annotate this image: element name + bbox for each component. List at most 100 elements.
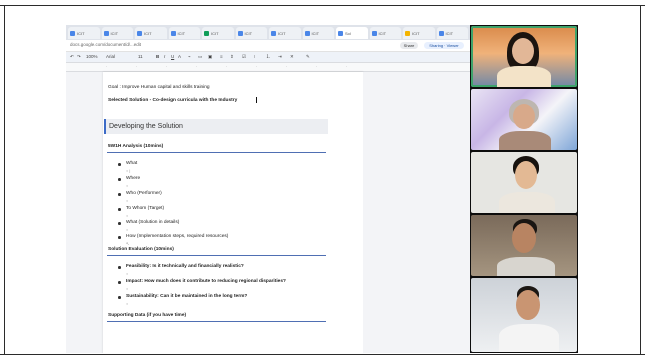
address-bar[interactable]: docs.google.com/document/d/...edit Share… <box>66 40 470 52</box>
browser-tab[interactable]: ICIT <box>269 27 301 39</box>
list-bullet <box>118 296 121 299</box>
empty-sub-item: ○ <box>126 272 129 276</box>
share-button[interactable]: Share <box>400 42 418 49</box>
participant-tile-4[interactable] <box>471 215 577 276</box>
list-item: To Whom (Target) <box>126 206 165 211</box>
participant-face <box>515 161 537 189</box>
browser-tab[interactable]: ICIT <box>101 27 133 39</box>
browser-tab[interactable]: ICIT <box>369 27 401 39</box>
tab-favicon-icon <box>237 30 243 36</box>
empty-sub-item: ○ <box>126 287 129 291</box>
participant-tile-2[interactable] <box>471 89 577 150</box>
list-item: Feasibility: Is it technically and finan… <box>126 264 244 269</box>
evaluation-title: Solution Evaluation (10mins) <box>108 247 174 252</box>
text-color-icon[interactable]: A <box>178 54 181 59</box>
list-bullet <box>118 236 121 239</box>
browser-tab[interactable]: ICIT <box>202 27 234 39</box>
indent-icon[interactable]: ⇥ <box>278 54 282 60</box>
underline-icon[interactable]: U <box>171 54 174 59</box>
browser-tab[interactable]: ICIT <box>168 27 200 39</box>
browser-tab-strip: ICIT ICIT ICIT ICIT ICIT ICIT ICIT ICIT … <box>66 25 470 40</box>
italic-icon[interactable]: I <box>164 54 165 59</box>
collaborator-cursor <box>256 97 257 103</box>
sharing-status-button[interactable]: Sharing · Viewer <box>424 42 464 49</box>
list-item: Impact: How much does it contribute to r… <box>126 279 286 284</box>
browser-tab[interactable]: ICIT <box>235 27 267 39</box>
clear-format-icon[interactable]: ✕ <box>290 54 294 60</box>
participant-face <box>516 290 540 320</box>
browser-tab-active[interactable]: Sol <box>336 27 368 39</box>
list-item: How (Implementation steps, required reso… <box>126 234 229 239</box>
list-bullet <box>118 281 121 284</box>
video-meeting-window: ICIT ICIT ICIT ICIT ICIT ICIT ICIT ICIT … <box>66 25 578 353</box>
list-item: Who (Performer) <box>126 191 162 196</box>
tab-favicon-icon <box>271 30 276 36</box>
link-icon[interactable]: ⌁ <box>188 54 191 60</box>
right-border <box>640 5 641 355</box>
docs-favicon-icon <box>338 30 343 36</box>
left-border <box>4 5 5 355</box>
empty-sub-item: ○ <box>126 199 129 203</box>
browser-tab[interactable]: ICIT <box>135 27 167 39</box>
browser-tab[interactable]: ICIT <box>403 27 435 39</box>
browser-tab[interactable]: ICIT <box>302 27 334 39</box>
participant-tile-1[interactable] <box>471 26 577 87</box>
line-spacing-icon[interactable]: ⇕ <box>230 54 234 60</box>
participant-tile-3[interactable] <box>471 152 577 213</box>
image-icon[interactable]: ▣ <box>208 54 212 60</box>
browser-tab[interactable]: ICIT <box>436 27 468 39</box>
participant-face <box>513 104 535 129</box>
list-bullet <box>118 266 121 269</box>
empty-sub-item: ○ <box>126 214 129 218</box>
list-item: Sustainability: Can it be maintained in … <box>126 294 248 299</box>
tab-favicon-icon <box>70 30 75 36</box>
zoom-select[interactable]: 100% <box>86 54 98 59</box>
tab-favicon-icon <box>405 30 410 36</box>
supporting-divider <box>107 321 326 322</box>
tab-favicon-icon <box>304 30 310 36</box>
checklist-icon[interactable]: ☑ <box>242 54 246 60</box>
ruler[interactable]: · · · · · · · · · <box>66 63 470 72</box>
evaluation-divider <box>107 255 326 256</box>
undo-icon[interactable]: ↶ <box>70 54 74 60</box>
font-select[interactable]: Arial <box>106 54 115 59</box>
empty-sub-item: ○ <box>126 228 129 232</box>
list-bullet <box>118 208 121 211</box>
empty-sub-item: ○ <box>126 302 129 306</box>
comment-icon[interactable]: ▭ <box>198 54 202 60</box>
tab-favicon-icon <box>103 30 109 36</box>
top-divider <box>0 5 645 6</box>
edit-mode-icon[interactable]: ✎ <box>306 54 310 60</box>
list-item: Where <box>126 176 141 181</box>
browser-tab[interactable]: ICIT <box>68 27 100 39</box>
bulleted-list-icon[interactable]: ⁝ <box>254 54 255 60</box>
tab-favicon-icon <box>204 30 209 36</box>
empty-sub-item: ○ <box>126 184 129 188</box>
tab-favicon-icon <box>438 30 444 36</box>
section-heading: Developing the Solution <box>109 123 183 130</box>
list-item: What (Solution in details) <box>126 220 180 225</box>
list-bullet <box>118 163 121 166</box>
redo-icon[interactable]: ↷ <box>77 54 81 60</box>
font-size-input[interactable]: 11 <box>138 54 143 59</box>
list-bullet <box>118 222 121 225</box>
bottom-divider <box>0 354 645 355</box>
tab-favicon-icon <box>170 30 176 36</box>
tab-favicon-icon <box>137 30 142 36</box>
participant-face <box>512 38 534 64</box>
mouse-pointer-icon: ↖ <box>126 242 130 246</box>
numbered-list-icon[interactable]: ⒈ <box>266 54 271 60</box>
participant-tile-5[interactable] <box>471 278 577 352</box>
bold-icon[interactable]: B <box>156 54 159 59</box>
align-icon[interactable]: ≡ <box>220 54 223 59</box>
url-text: docs.google.com/document/d/...edit <box>70 42 142 47</box>
empty-sub-item: ○ | <box>126 169 131 173</box>
selected-solution: Selected Solution - Co-design curricula … <box>108 98 238 103</box>
document-gutter <box>363 72 470 353</box>
shared-screen: ICIT ICIT ICIT ICIT ICIT ICIT ICIT ICIT … <box>66 25 470 353</box>
analysis-divider <box>107 152 326 153</box>
list-item: What <box>126 161 138 166</box>
list-bullet <box>118 178 121 181</box>
document-page[interactable] <box>103 72 363 353</box>
participant-face <box>512 223 536 253</box>
